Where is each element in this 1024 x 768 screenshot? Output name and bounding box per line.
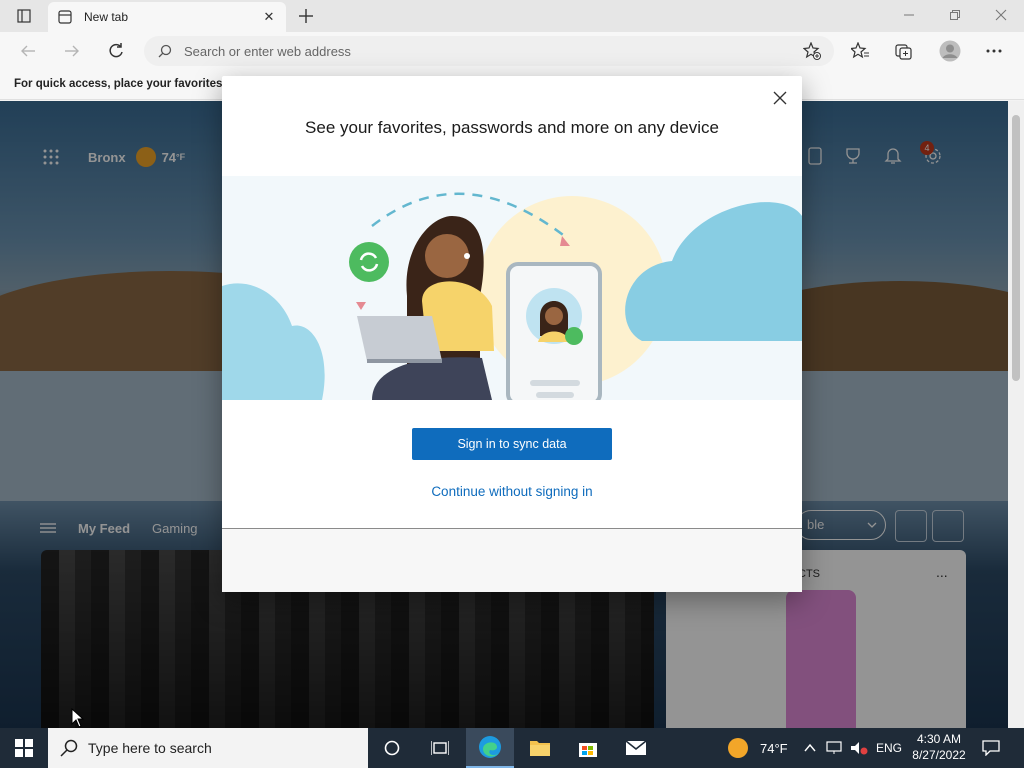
browser-titlebar: New tab ✕ (0, 0, 1024, 32)
close-window-icon (995, 9, 1007, 21)
action-center-button[interactable] (982, 728, 1000, 768)
notification-chat-icon (982, 740, 1000, 756)
restore-button[interactable] (932, 0, 978, 30)
forward-button[interactable] (58, 37, 86, 65)
favorites-button[interactable] (846, 37, 874, 65)
edge-browser-icon (479, 736, 501, 758)
chevron-up-icon[interactable] (804, 743, 816, 753)
taskbar-clock[interactable]: 4:30 AM 8/27/2022 (906, 731, 972, 763)
tray-icons: ENG (804, 728, 902, 768)
restore-icon (950, 10, 960, 20)
volume-muted-icon[interactable] (850, 741, 868, 755)
add-favorite-button[interactable] (798, 37, 826, 65)
cortana-button[interactable] (368, 728, 416, 768)
taskbar-search-placeholder: Type here to search (88, 740, 212, 756)
task-view-icon (431, 741, 449, 755)
input-language[interactable]: ENG (876, 741, 902, 755)
profile-button[interactable] (936, 37, 964, 65)
tab-actions-icon (17, 9, 31, 23)
dialog-heading: See your favorites, passwords and more o… (305, 118, 719, 137)
forward-arrow-icon (65, 45, 79, 57)
cortana-circle-icon (384, 740, 400, 756)
dialog-footer (222, 529, 802, 592)
settings-more-button[interactable] (980, 37, 1008, 65)
taskbar-search-box[interactable]: Type here to search (48, 728, 368, 768)
star-add-icon (803, 42, 821, 60)
close-tab-icon[interactable]: ✕ (262, 9, 276, 24)
folder-icon (530, 741, 550, 756)
continue-without-signin-link[interactable]: Continue without signing in (222, 484, 802, 499)
minimize-button[interactable] (886, 0, 932, 30)
tab-actions-button[interactable] (8, 6, 40, 26)
sync-illustration-art (222, 192, 802, 400)
refresh-button[interactable] (102, 37, 130, 65)
browser-toolbar: Search or enter web address (0, 32, 1024, 70)
search-icon (158, 44, 172, 58)
store-bag-icon (579, 743, 597, 757)
windows-taskbar: Type here to search 74°F ENG 4:30 AM 8/2… (0, 728, 1024, 768)
more-dots-icon (986, 49, 1002, 53)
close-icon (773, 91, 787, 105)
avatar-icon (939, 40, 961, 62)
network-icon[interactable] (826, 741, 842, 755)
taskbar-weather-temp: 74°F (760, 740, 788, 756)
minimize-icon (904, 14, 914, 16)
sync-dialog: See your favorites, passwords and more o… (222, 76, 802, 592)
edge-taskbar-app[interactable] (466, 728, 514, 768)
browser-tab[interactable]: New tab ✕ (48, 2, 286, 32)
scrollbar-thumb[interactable] (1012, 115, 1020, 381)
partly-sunny-icon (728, 738, 748, 758)
task-view-button[interactable] (416, 728, 464, 768)
address-bar[interactable]: Search or enter web address (144, 36, 834, 66)
dialog-close-button[interactable] (770, 88, 790, 108)
store-taskbar-app[interactable] (564, 728, 612, 768)
newtab-page-icon (58, 10, 72, 24)
clock-time: 4:30 AM (916, 732, 962, 746)
sync-illustration (222, 176, 802, 400)
file-explorer-taskbar-app[interactable] (516, 728, 564, 768)
start-button[interactable] (0, 728, 48, 768)
close-window-button[interactable] (978, 0, 1024, 30)
plus-icon (299, 9, 313, 23)
sign-in-sync-button[interactable]: Sign in to sync data (412, 428, 612, 460)
collections-button[interactable] (890, 37, 918, 65)
clock-date: 8/27/2022 (912, 748, 966, 762)
back-button[interactable] (14, 37, 42, 65)
refresh-icon (109, 43, 123, 58)
collections-icon (895, 44, 912, 60)
back-arrow-icon (21, 45, 35, 57)
search-icon (60, 739, 78, 757)
new-tab-button[interactable] (294, 4, 318, 28)
tab-title: New tab (84, 10, 129, 24)
address-placeholder: Search or enter web address (184, 43, 351, 59)
mail-envelope-icon (625, 740, 647, 755)
taskbar-weather[interactable]: 74°F (728, 728, 788, 768)
mouse-cursor-icon (71, 708, 85, 728)
page-scrollbar[interactable] (1008, 101, 1024, 728)
windows-logo-icon (15, 739, 33, 757)
favorites-icon (851, 42, 869, 59)
mail-taskbar-app[interactable] (612, 728, 660, 768)
